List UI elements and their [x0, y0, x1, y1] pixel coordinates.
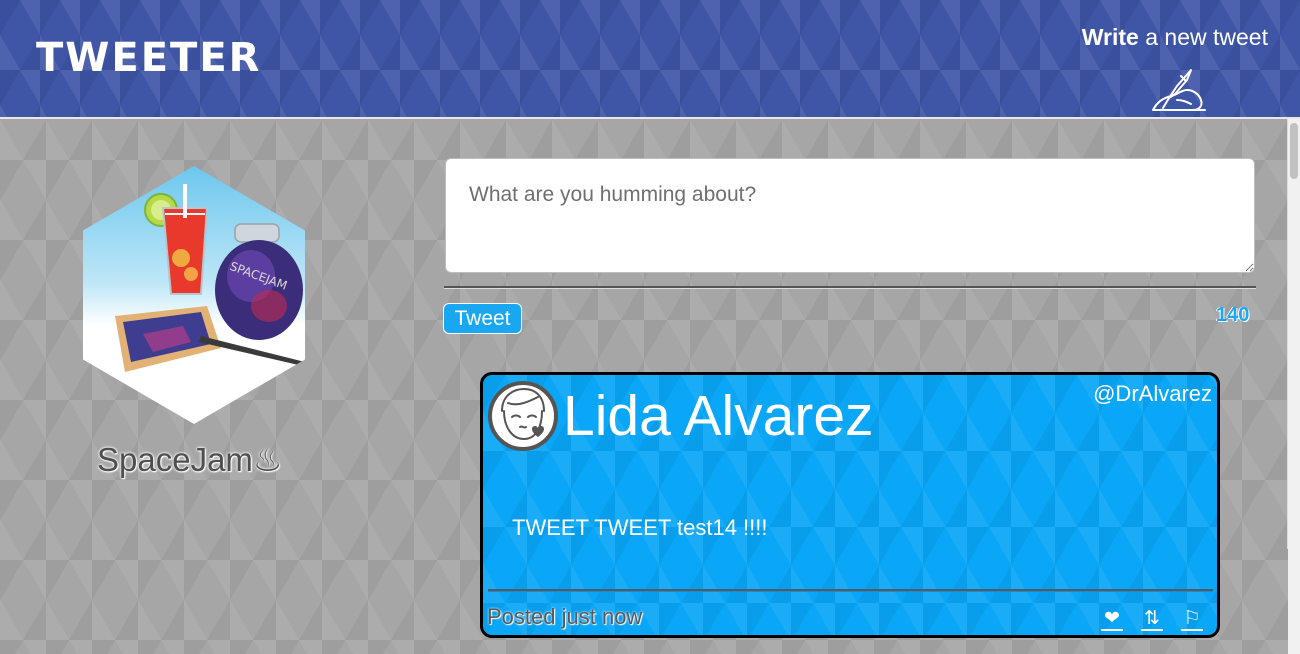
tweet-handle[interactable]: @DrAlvarez: [1093, 381, 1212, 407]
tweet-actions: ❤ ⇅ ⚐: [1101, 607, 1203, 631]
tweet-input[interactable]: [445, 158, 1255, 273]
tweet-text: TWEET TWEET test14 !!!!: [512, 515, 768, 540]
quill-hand-icon[interactable]: [1147, 68, 1207, 114]
tweet-author[interactable]: Lida Alvarez: [563, 385, 874, 448]
compose-toggle[interactable]: Write a new tweet: [1082, 24, 1268, 51]
profile-avatar: SPACEJAM: [83, 166, 305, 424]
user-avatar-icon: [488, 381, 558, 451]
retweet-icon[interactable]: ⇅: [1141, 607, 1163, 631]
tweet-divider: [488, 589, 1213, 592]
heart-icon[interactable]: ❤: [1101, 607, 1123, 631]
compose-toggle-label: a new tweet: [1138, 24, 1268, 50]
tweet-timestamp: Posted just now: [487, 604, 643, 629]
brand-logo[interactable]: TWEETER: [36, 38, 261, 78]
char-counter: 140: [1216, 304, 1250, 326]
profile-name: SpaceJam♨: [97, 441, 283, 478]
compose-toggle-bold: Write: [1081, 24, 1139, 50]
tweet-button[interactable]: Tweet: [443, 303, 522, 334]
spacejam-jar-avatar-icon: SPACEJAM: [115, 184, 305, 372]
compose-divider: [444, 286, 1256, 289]
flag-icon[interactable]: ⚐: [1181, 607, 1203, 631]
tweet-card: Lida Alvarez @DrAlvarez TWEET TWEET test…: [480, 372, 1220, 638]
scrollbar-thumb[interactable]: [1290, 123, 1298, 179]
navbar: TWEETER Write a new tweet: [0, 0, 1300, 119]
page-scrollbar[interactable]: [1288, 119, 1300, 654]
